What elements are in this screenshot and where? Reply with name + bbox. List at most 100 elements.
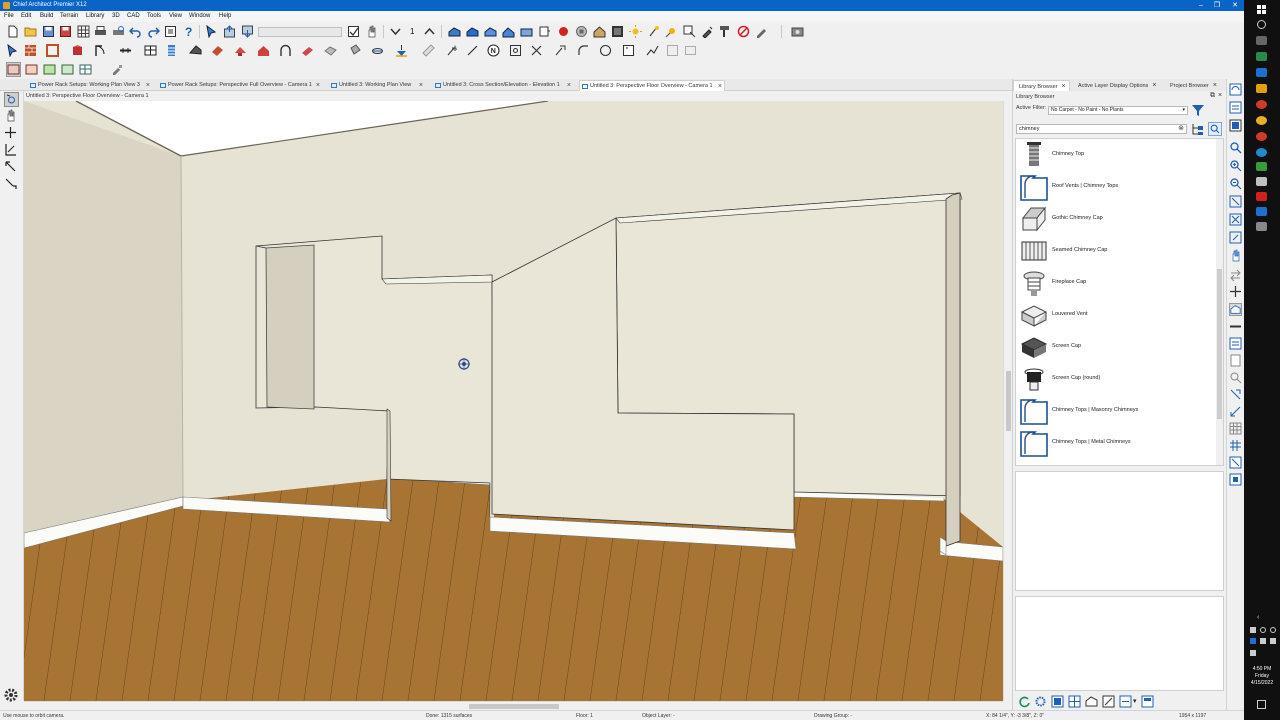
open-button[interactable] [23, 24, 38, 39]
room-tool-button[interactable] [45, 43, 60, 58]
add-to-library-button[interactable] [1085, 695, 1098, 708]
text-tool-button[interactable]: A [445, 43, 460, 58]
undo-zoom-button[interactable] [1229, 231, 1242, 244]
tab-close-icon[interactable]: × [146, 80, 150, 91]
select-objects-button[interactable] [204, 24, 219, 39]
tab-untitled-elevation[interactable]: Untitled 3: Cross Section/Elevation - El… [433, 80, 573, 91]
vector-view-button[interactable] [610, 24, 625, 39]
cabinet-base-button[interactable] [143, 43, 158, 58]
stairs-tool-button[interactable] [164, 43, 179, 58]
scrollbar-thumb[interactable] [1006, 371, 1011, 431]
update-views-button[interactable] [1229, 83, 1242, 96]
library-list-scrollbar[interactable] [1216, 139, 1223, 465]
tab-close-icon[interactable]: × [1213, 82, 1217, 89]
arch-button[interactable] [278, 43, 293, 58]
menu-help[interactable]: Help [219, 13, 231, 19]
grid-button[interactable] [76, 24, 91, 39]
edit-mode-button[interactable] [110, 62, 125, 77]
restore-button[interactable]: ❐ [1210, 1, 1224, 10]
menu-3d[interactable]: 3D [112, 13, 120, 19]
detail-mode-button[interactable] [78, 62, 93, 77]
screenshot-button[interactable] [790, 24, 805, 39]
reference-floor-button[interactable] [388, 24, 403, 39]
shrink-button[interactable] [1229, 405, 1242, 418]
symbol-button[interactable] [1102, 695, 1115, 708]
plan-mode-button[interactable] [24, 62, 39, 77]
library-tree-button[interactable] [1191, 122, 1205, 136]
grid-toggle-button[interactable] [1229, 422, 1242, 435]
tab-untitled-perspective[interactable]: Untitled 3: Perspective Floor Overview -… [579, 80, 725, 91]
line-tool-button[interactable] [465, 43, 480, 58]
tab-active-layer-display[interactable]: Active Layer Display Options × [1073, 80, 1163, 91]
text-box-button[interactable] [1229, 337, 1242, 350]
orbit-camera-button[interactable] [4, 92, 19, 107]
tab-close-icon[interactable]: × [419, 80, 423, 91]
floor-up-arrow-button[interactable] [422, 24, 437, 39]
chrome-icon[interactable] [1256, 100, 1267, 109]
list-item[interactable]: Seamed Chimney Cap [1016, 235, 1216, 267]
close-panel-icon[interactable]: × [1218, 92, 1222, 99]
active-filter-dropdown[interactable]: No Carpet - No Paint - No Plants ▾ [1048, 106, 1188, 115]
camera-mode-button[interactable] [6, 62, 21, 77]
cabinet-tool-button[interactable] [70, 43, 85, 58]
task-view-icon[interactable] [1256, 36, 1267, 45]
ruler-button[interactable] [1229, 320, 1242, 333]
edge-icon[interactable] [1256, 148, 1267, 157]
tray-icon[interactable] [1270, 627, 1276, 633]
tab-close-icon[interactable]: × [567, 80, 571, 91]
clear-search-icon[interactable]: ⊗ [1178, 125, 1184, 133]
grid-snap-button[interactable] [1229, 439, 1242, 452]
search-view-button[interactable] [1229, 371, 1242, 384]
polyline-button[interactable] [645, 43, 660, 58]
camera-view-button[interactable] [447, 24, 462, 39]
app-gray-icon[interactable] [1256, 222, 1267, 231]
tab-library-browser[interactable]: Library Browser × [1013, 80, 1070, 91]
cross-lines-button[interactable] [529, 43, 544, 58]
menu-cad[interactable]: CAD [127, 13, 140, 19]
close-window-button[interactable]: ✕ [1228, 1, 1242, 10]
tray-icon[interactable] [1250, 627, 1256, 633]
pan-camera-button[interactable] [4, 109, 19, 124]
terrain-button[interactable] [233, 43, 248, 58]
zoom-in-button[interactable] [1229, 159, 1242, 172]
zoom-camera-button[interactable] [4, 177, 19, 192]
move-camera-button[interactable] [4, 126, 19, 141]
search-taskbar-icon[interactable] [1257, 20, 1266, 29]
plan-view-dropdown[interactable] [258, 27, 342, 37]
window-tool-button[interactable] [118, 43, 133, 58]
hand-pan-button[interactable] [1229, 249, 1242, 262]
taskbar-clock[interactable]: 4:50 PM Friday 4/15/2022 [1244, 666, 1280, 687]
chevron-down-icon[interactable]: ▾ [1133, 697, 1137, 705]
fixture-button[interactable] [256, 43, 271, 58]
excel-icon[interactable] [1256, 162, 1267, 171]
view-thumbnails-button[interactable] [1068, 695, 1081, 708]
arc-button[interactable] [576, 43, 591, 58]
tab-untitled-plan[interactable]: Untitled 3: Working Plan View × [329, 80, 425, 91]
menu-window[interactable]: Window [189, 13, 210, 19]
floor-up-button[interactable] [222, 24, 237, 39]
wall-tool-button[interactable] [23, 43, 38, 58]
delete-surface-button[interactable] [736, 24, 751, 39]
dimension-button[interactable] [421, 43, 436, 58]
browser-view-button[interactable] [1141, 695, 1154, 708]
undo-button[interactable] [128, 24, 143, 39]
rotate-camera-button[interactable] [4, 160, 19, 175]
lighting-button[interactable] [628, 24, 643, 39]
electrical-button[interactable] [394, 43, 409, 58]
list-item[interactable]: Chimney Tops | Masonry Chimneys [1016, 395, 1216, 427]
search-button[interactable] [1208, 122, 1222, 136]
plus-button[interactable] [1229, 285, 1242, 298]
tray-icon[interactable] [1270, 638, 1276, 644]
layer-button[interactable] [1229, 101, 1242, 114]
perspective-viewport[interactable] [24, 101, 1003, 701]
display-button[interactable] [1229, 119, 1242, 132]
text-style-button[interactable] [300, 43, 315, 58]
notifications-icon[interactable] [1257, 700, 1266, 709]
scrollbar-thumb[interactable] [469, 704, 559, 709]
menu-edit[interactable]: Edit [21, 13, 31, 19]
eyedropper-button[interactable] [700, 24, 715, 39]
list-item[interactable]: Gothic Chimney Cap [1016, 203, 1216, 235]
chevron-up-icon[interactable]: ‹ [1257, 614, 1259, 621]
list-item[interactable]: Fireplace Cap [1016, 267, 1216, 299]
layout-mode-button[interactable] [60, 62, 75, 77]
